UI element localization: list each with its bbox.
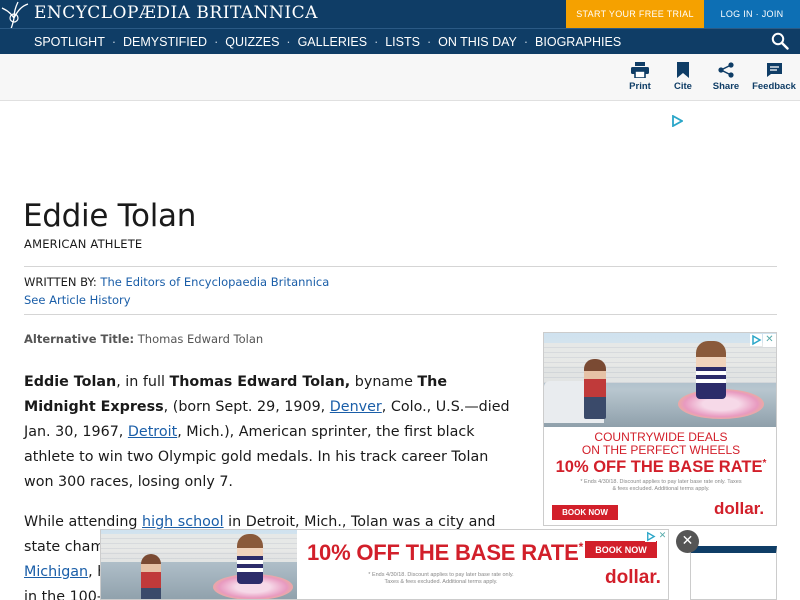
ad-photo-girl — [696, 341, 726, 399]
ad-photo — [544, 333, 776, 427]
nav-lists[interactable]: LISTS — [385, 35, 420, 49]
ad-headline-text: 10% OFF THE BASE RATE — [555, 458, 763, 476]
link-denver[interactable]: Denver — [330, 399, 382, 415]
divider — [24, 314, 777, 315]
text-run: byname — [350, 374, 418, 390]
article-paragraph: Eddie Tolan, in full Thomas Edward Tolan… — [24, 370, 514, 495]
main-nav: SPOTLIGHT · DEMYSTIFIED · QUIZZES · GALL… — [34, 29, 621, 55]
ad-close-icon[interactable]: ✕ — [763, 334, 776, 347]
ad-photo-house — [101, 534, 297, 562]
nav-separator: · — [111, 35, 117, 49]
share-button[interactable]: Share — [701, 62, 751, 92]
ad-photo-man — [141, 554, 161, 599]
ad-book-now-button[interactable]: BOOK NOW — [585, 541, 657, 558]
nav-spotlight[interactable]: SPOTLIGHT — [34, 35, 105, 49]
ad-fine-print-line1: * Ends 4/30/18. Discount applies to pay … — [580, 479, 742, 485]
nav-on-this-day[interactable]: ON THIS DAY — [438, 35, 517, 49]
share-icon — [718, 62, 734, 78]
nav-separator: · — [523, 35, 529, 49]
author-link[interactable]: The Editors of Encyclopaedia Britannica — [100, 275, 329, 289]
nav-separator: · — [286, 35, 291, 49]
ad-photo-man — [584, 359, 606, 419]
nav-separator: · — [426, 35, 432, 49]
free-trial-button[interactable]: START YOUR FREE TRIAL — [566, 0, 704, 28]
ad-fine-print-line2: Taxes & fees excluded. Additional terms … — [384, 579, 498, 585]
alternative-title-value: Thomas Edward Tolan — [137, 332, 264, 346]
ad-tagline-line2: ON THE PERFECT WHEELS — [581, 443, 741, 457]
login-join-button[interactable]: LOG IN · JOIN — [704, 0, 800, 28]
nav-quizzes[interactable]: QUIZZES — [225, 35, 279, 49]
ad-headline: 10% OFF THE BASE RATE* — [544, 458, 776, 477]
divider — [24, 266, 777, 267]
alternative-title-label: Alternative Title: — [24, 332, 135, 346]
bottom-advertisement[interactable]: 10% OFF THE BASE RATE* BOOK NOW * Ends 4… — [100, 529, 669, 600]
ad-photo-house — [544, 343, 776, 383]
ad-headline-mark: * — [762, 458, 767, 469]
ad-headline: 10% OFF THE BASE RATE* — [307, 540, 583, 566]
ad-close-icon[interactable]: ✕ — [657, 531, 668, 542]
feedback-button[interactable]: Feedback — [749, 62, 799, 92]
ad-book-now-button[interactable]: BOOK NOW — [552, 505, 618, 520]
link-high-school[interactable]: high school — [142, 514, 224, 530]
nav-galleries[interactable]: GALLERIES — [298, 35, 367, 49]
ad-brand-logo: dollar. — [605, 567, 661, 588]
text-run: , in full — [116, 374, 170, 390]
sidebar-module — [690, 546, 777, 600]
alternative-title: Alternative Title: Thomas Edward Tolan — [24, 332, 263, 346]
ad-photo — [101, 530, 297, 599]
link-michigan[interactable]: Michigan — [24, 564, 88, 580]
ad-headline-text: 10% OFF THE BASE RATE — [307, 540, 579, 565]
nav-demystified[interactable]: DEMYSTIFIED — [123, 35, 207, 49]
close-ad-button[interactable]: ✕ — [676, 530, 699, 553]
subject-name: Eddie Tolan — [24, 374, 117, 390]
ad-tagline: COUNTRYWIDE DEALS ON THE PERFECT WHEELS — [544, 431, 776, 457]
search-icon[interactable] — [771, 32, 789, 50]
article-title: Eddie Tolan — [23, 198, 197, 234]
text-run: , (born Sept. 29, 1909, — [163, 399, 330, 415]
feedback-label: Feedback — [752, 81, 796, 92]
ad-choices-icon[interactable] — [750, 334, 762, 346]
full-name: Thomas Edward Tolan, — [169, 374, 351, 390]
main-nav-bar: SPOTLIGHT · DEMYSTIFIED · QUIZZES · GALL… — [0, 28, 800, 54]
article-history-link[interactable]: See Article History — [24, 293, 131, 307]
link-detroit[interactable]: Detroit — [128, 424, 177, 440]
print-icon — [631, 62, 649, 78]
text-run: While attending — [24, 514, 143, 530]
nav-separator: · — [214, 35, 219, 49]
ad-photo-girl — [237, 534, 263, 584]
written-by-label: WRITTEN BY: — [24, 275, 97, 289]
share-label: Share — [712, 81, 740, 92]
feedback-icon — [766, 63, 782, 77]
ad-fine-print: * Ends 4/30/18. Discount applies to pay … — [351, 572, 531, 586]
bookmark-icon — [677, 62, 689, 78]
ad-fine-print-line1: * Ends 4/30/18. Discount applies to pay … — [368, 572, 514, 578]
site-logo-text[interactable]: ENCYCLOPÆDIA BRITANNICA — [34, 3, 318, 23]
ad-brand-logo: dollar. — [714, 499, 765, 518]
ad-fine-print-line2: & fees excluded. Additional terms apply. — [612, 486, 710, 492]
nav-biographies[interactable]: BIOGRAPHIES — [535, 35, 621, 49]
ad-choices-icon[interactable] — [671, 115, 683, 127]
article-subtitle: AMERICAN ATHLETE — [24, 237, 143, 251]
side-advertisement[interactable]: ✕ COUNTRYWIDE DEALS ON THE PERFECT WHEEL… — [543, 332, 777, 526]
ad-fine-print: * Ends 4/30/18. Discount applies to pay … — [564, 479, 758, 493]
text-run: in the 100- — [24, 589, 103, 600]
nav-separator: · — [374, 35, 379, 49]
ad-headline-mark: * — [578, 540, 584, 554]
byline: WRITTEN BY: The Editors of Encyclopaedia… — [24, 275, 329, 289]
article-toolbar: Print Cite Share Feedback — [0, 54, 800, 101]
ad-choices-icon[interactable] — [645, 531, 656, 542]
